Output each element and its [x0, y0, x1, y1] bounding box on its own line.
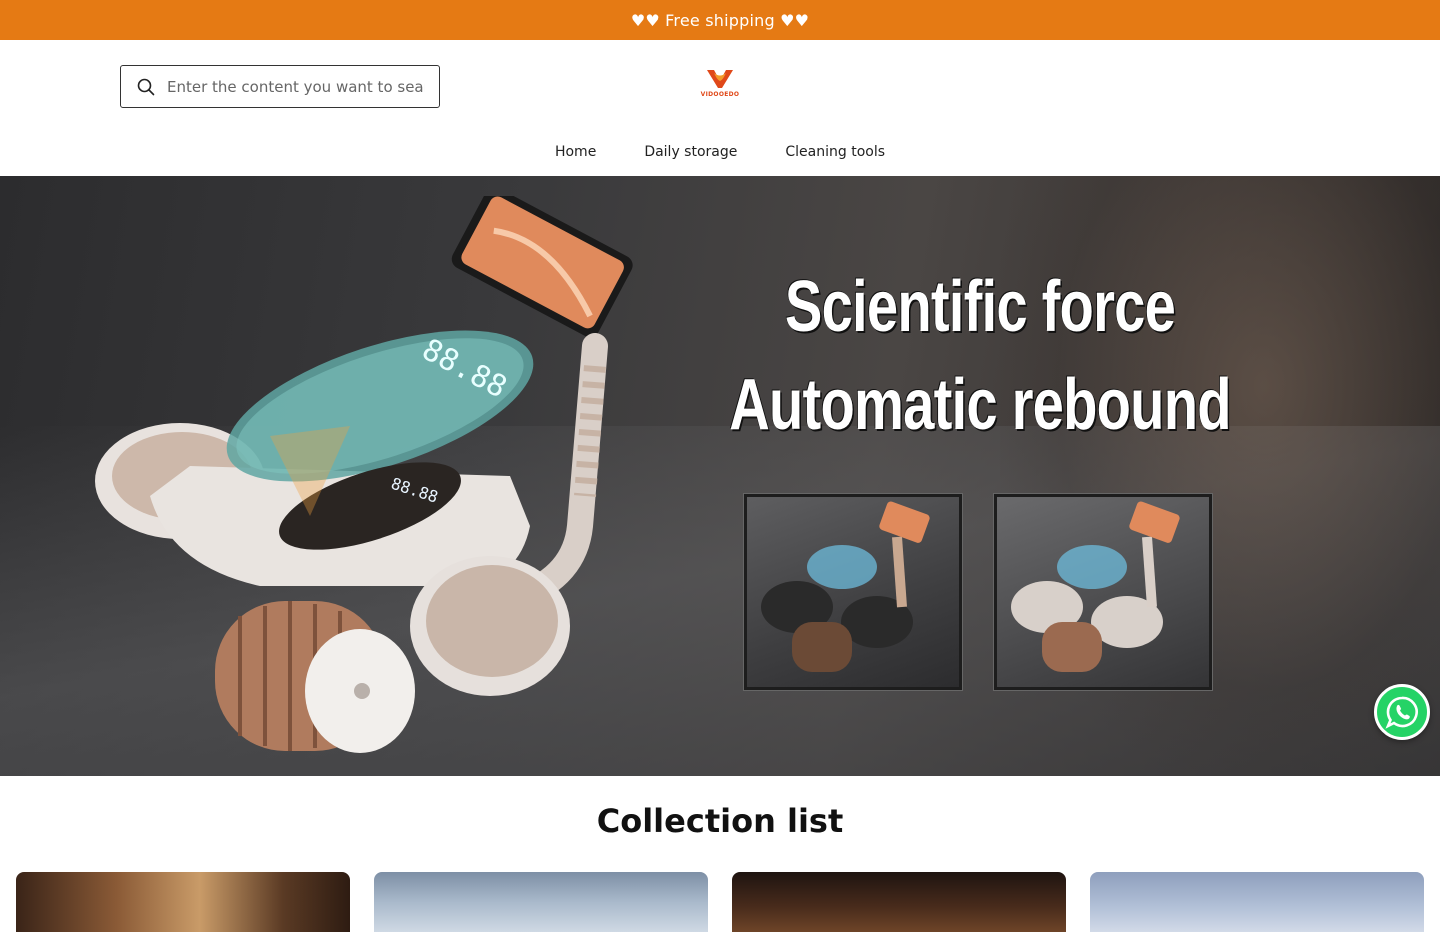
announcement-text: ♥♥ Free shipping ♥♥ — [630, 10, 810, 30]
hero-banner[interactable]: 88.88 88.88 Scientific force Automatic r… — [0, 176, 1440, 776]
announcement-bar: ♥♥ Free shipping ♥♥ — [0, 0, 1440, 40]
site-logo[interactable]: VIDOOEDO — [696, 68, 744, 104]
whatsapp-chat-button[interactable] — [1374, 684, 1430, 740]
collection-card[interactable] — [16, 872, 350, 932]
main-nav: Home Daily storage Cleaning tools — [0, 144, 1440, 160]
hero-thumbnail-dark — [744, 494, 962, 690]
logo-mark-icon — [707, 70, 733, 88]
collection-card[interactable] — [732, 872, 1066, 932]
collection-card[interactable] — [374, 872, 708, 932]
logo-wordmark: VIDOOEDO — [700, 91, 740, 98]
hero-headline-line2: Automatic rebound — [729, 365, 1231, 445]
collection-card[interactable] — [1090, 872, 1424, 932]
hero-thumbnail-light — [994, 494, 1212, 690]
search-input[interactable] — [167, 77, 425, 96]
collection-cards — [16, 872, 1424, 932]
ab-roller-product-image: 88.88 88.88 — [95, 196, 633, 753]
nav-item-daily-storage[interactable]: Daily storage — [644, 144, 737, 160]
whatsapp-icon — [1385, 696, 1418, 729]
hero-headline-line1: Scientific force — [784, 267, 1176, 347]
nav-item-cleaning-tools[interactable]: Cleaning tools — [785, 144, 885, 160]
search-box[interactable] — [120, 65, 440, 108]
nav-item-home[interactable]: Home — [555, 144, 596, 160]
site-header: VIDOOEDO Home Daily storage Cleaning too… — [0, 40, 1440, 176]
collection-list-title: Collection list — [596, 802, 844, 840]
search-icon — [137, 78, 155, 95]
